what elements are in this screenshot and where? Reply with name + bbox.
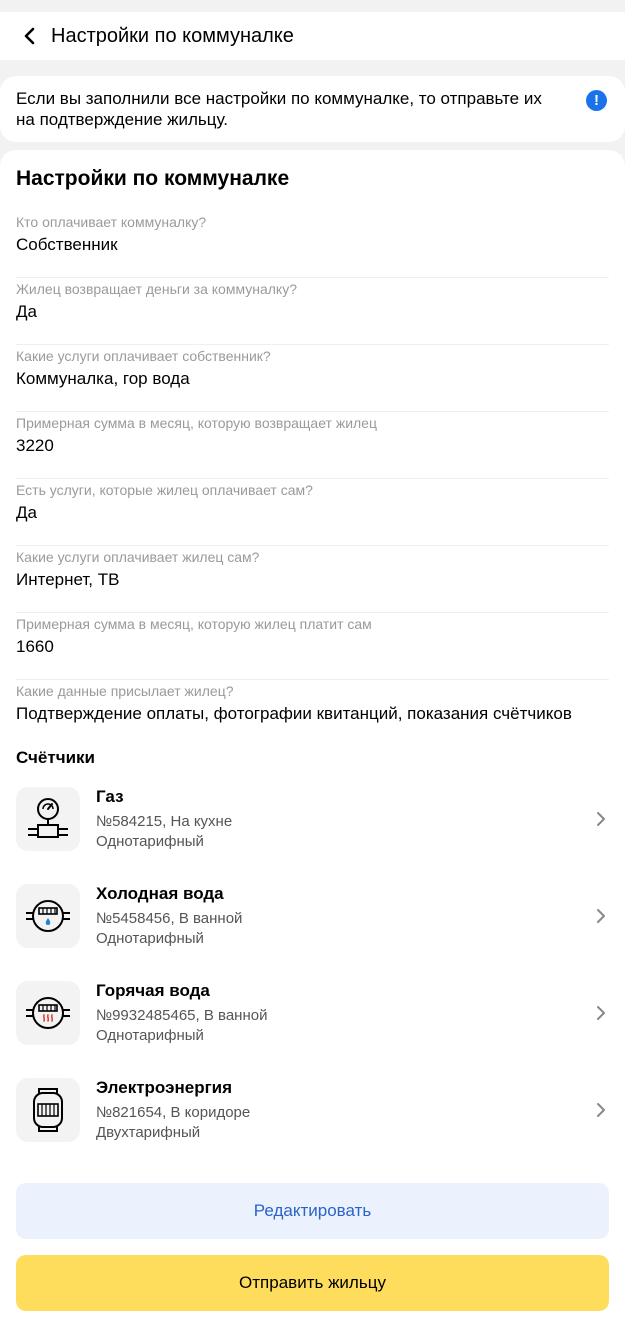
send-to-tenant-button[interactable]: Отправить жильцу (16, 1255, 609, 1311)
meter-tariff: Двухтарифный (96, 1124, 201, 1141)
hot-water-meter-icon (16, 981, 80, 1045)
field-label: Примерная сумма в месяц, которую жилец п… (16, 616, 372, 632)
meter-tariff: Однотарифный (96, 833, 204, 850)
meter-name: Электроэнергия (96, 1078, 233, 1097)
field-value: 1660 (16, 637, 54, 656)
exclamation-icon: ! (586, 90, 607, 111)
field-label: Какие услуги оплачивает собственник? (16, 348, 271, 364)
meter-tariff: Однотарифный (96, 930, 204, 947)
electricity-meter-icon (16, 1078, 80, 1142)
gas-meter-icon (16, 787, 80, 851)
meter-name: Холодная вода (96, 884, 224, 903)
meter-name: Горячая вода (96, 981, 210, 1000)
settings-field: Есть услуги, которые жилец оплачивает са… (16, 479, 609, 546)
field-label: Какие данные присылает жилец? (16, 683, 234, 699)
settings-field: Какие данные присылает жилец? Подтвержде… (16, 680, 609, 747)
top-bar: Настройки по коммуналке (0, 12, 625, 60)
settings-field: Какие услуги оплачивает собственник? Ком… (16, 345, 609, 412)
field-value: Да (16, 503, 37, 522)
back-button[interactable] (16, 22, 44, 50)
field-label: Кто оплачивает коммуналку? (16, 214, 207, 230)
chevron-right-icon (597, 1006, 605, 1020)
page-title: Настройки по коммуналке (51, 24, 294, 47)
info-text: Если вы заполнили все настройки по комму… (16, 89, 542, 129)
settings-field: Какие услуги оплачивает жилец сам? Интер… (16, 546, 609, 613)
settings-field: Примерная сумма в месяц, которую возвращ… (16, 412, 609, 479)
field-value: Подтверждение оплаты, фотографии квитанц… (16, 704, 572, 723)
field-label: Какие услуги оплачивает жилец сам? (16, 549, 260, 565)
field-label: Жилец возвращает деньги за коммуналку? (16, 281, 297, 297)
meter-number-location: №9932485465, В ванной (96, 1007, 268, 1024)
meter-item-cold-water[interactable]: Холодная вода №5458456, В ванной Однотар… (16, 884, 609, 981)
settings-field: Жилец возвращает деньги за коммуналку? Д… (16, 278, 609, 345)
meter-tariff: Однотарифный (96, 1027, 204, 1044)
settings-list: Кто оплачивает коммуналку? Собственник Ж… (16, 211, 609, 747)
settings-field: Кто оплачивает коммуналку? Собственник (16, 211, 609, 278)
chevron-left-icon (24, 27, 35, 45)
chevron-right-icon (597, 1103, 605, 1117)
utility-settings-card: Настройки по коммуналке Кто оплачивает к… (0, 150, 625, 1327)
field-value: Коммуналка, гор вода (16, 369, 190, 388)
meter-item-gas[interactable]: Газ №584215, На кухне Однотарифный (16, 787, 609, 884)
edit-button[interactable]: Редактировать (16, 1183, 609, 1239)
chevron-right-icon (597, 812, 605, 826)
meter-name: Газ (96, 787, 124, 806)
field-value: 3220 (16, 436, 54, 455)
chevron-right-icon (597, 909, 605, 923)
info-banner: Если вы заполнили все настройки по комму… (0, 76, 625, 142)
meter-item-hot-water[interactable]: Горячая вода №9932485465, В ванной Однот… (16, 981, 609, 1078)
field-label: Примерная сумма в месяц, которую возвращ… (16, 415, 377, 431)
section-title: Настройки по коммуналке (16, 167, 290, 190)
settings-field: Примерная сумма в месяц, которую жилец п… (16, 613, 609, 680)
field-label: Есть услуги, которые жилец оплачивает са… (16, 482, 313, 498)
meter-item-electricity[interactable]: Электроэнергия №821654, В коридоре Двухт… (16, 1078, 609, 1175)
field-value: Да (16, 302, 37, 321)
meter-number-location: №821654, В коридоре (96, 1104, 251, 1121)
field-value: Собственник (16, 235, 118, 254)
meter-number-location: №584215, На кухне (96, 813, 233, 830)
meters-list: Газ №584215, На кухне Однотарифный Холод… (16, 787, 609, 1175)
cold-water-meter-icon (16, 884, 80, 948)
meter-number-location: №5458456, В ванной (96, 910, 243, 927)
field-value: Интернет, ТВ (16, 570, 120, 589)
meters-heading: Счётчики (16, 748, 95, 767)
